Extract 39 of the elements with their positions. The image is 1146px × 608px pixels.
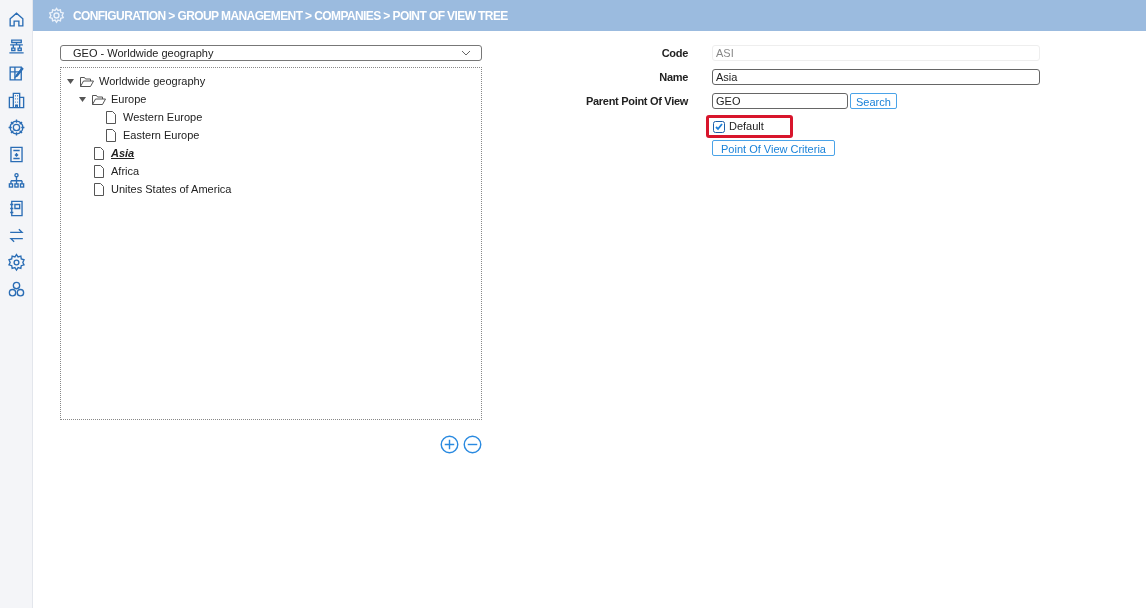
file-icon bbox=[94, 146, 104, 160]
expanded-caret-icon[interactable] bbox=[78, 96, 86, 102]
org-chart-icon[interactable] bbox=[6, 172, 26, 191]
input-field[interactable]: Asia bbox=[712, 69, 1040, 85]
checkbox[interactable] bbox=[713, 120, 725, 133]
hierarchy-icon[interactable] bbox=[6, 37, 26, 56]
tree-node-label[interactable]: Africa bbox=[111, 162, 140, 180]
field-label: Name bbox=[658, 69, 689, 85]
file-icon bbox=[106, 128, 116, 142]
input-field[interactable]: GEO bbox=[712, 93, 848, 109]
home-icon[interactable] bbox=[6, 10, 26, 29]
edit-icon[interactable] bbox=[6, 64, 26, 83]
user-group-icon[interactable] bbox=[6, 280, 26, 299]
file-icon bbox=[106, 110, 116, 124]
field-label: Parent Point Of View bbox=[585, 93, 690, 109]
tree-node-label[interactable]: Western Europe bbox=[123, 108, 203, 126]
gear-icon bbox=[48, 7, 65, 24]
file-icon bbox=[94, 182, 104, 196]
add-icon[interactable] bbox=[440, 435, 459, 454]
folder-icon bbox=[80, 75, 94, 87]
tree-node-label[interactable]: Europe bbox=[111, 90, 147, 108]
tree-node-label[interactable]: Worldwide geography bbox=[99, 72, 206, 90]
search-button[interactable]: Search bbox=[850, 93, 897, 109]
criteria-button[interactable]: Point Of View Criteria bbox=[712, 140, 835, 156]
tree-node-label[interactable]: Unites States of America bbox=[111, 180, 232, 198]
checkbox-label: Default bbox=[729, 119, 764, 135]
tree-node-label[interactable]: Asia bbox=[111, 144, 135, 162]
building-icon[interactable] bbox=[6, 91, 26, 110]
expanded-caret-icon[interactable] bbox=[66, 78, 74, 84]
file-icon bbox=[94, 164, 104, 178]
chevron-down-icon bbox=[461, 50, 471, 56]
tree-selector-dropdown[interactable]: GEO - Worldwide geography bbox=[60, 45, 482, 61]
network-icon[interactable] bbox=[6, 118, 26, 137]
breadcrumb: CONFIGURATION > GROUP MANAGEMENT > COMPANIES > POINT OF VIEW TREE bbox=[73, 7, 508, 25]
remove-icon[interactable] bbox=[463, 435, 482, 454]
settings-icon[interactable] bbox=[6, 253, 26, 272]
tree-node-label[interactable]: Eastern Europe bbox=[123, 126, 200, 144]
folder-icon bbox=[92, 93, 106, 105]
field-label: Code bbox=[660, 45, 689, 61]
